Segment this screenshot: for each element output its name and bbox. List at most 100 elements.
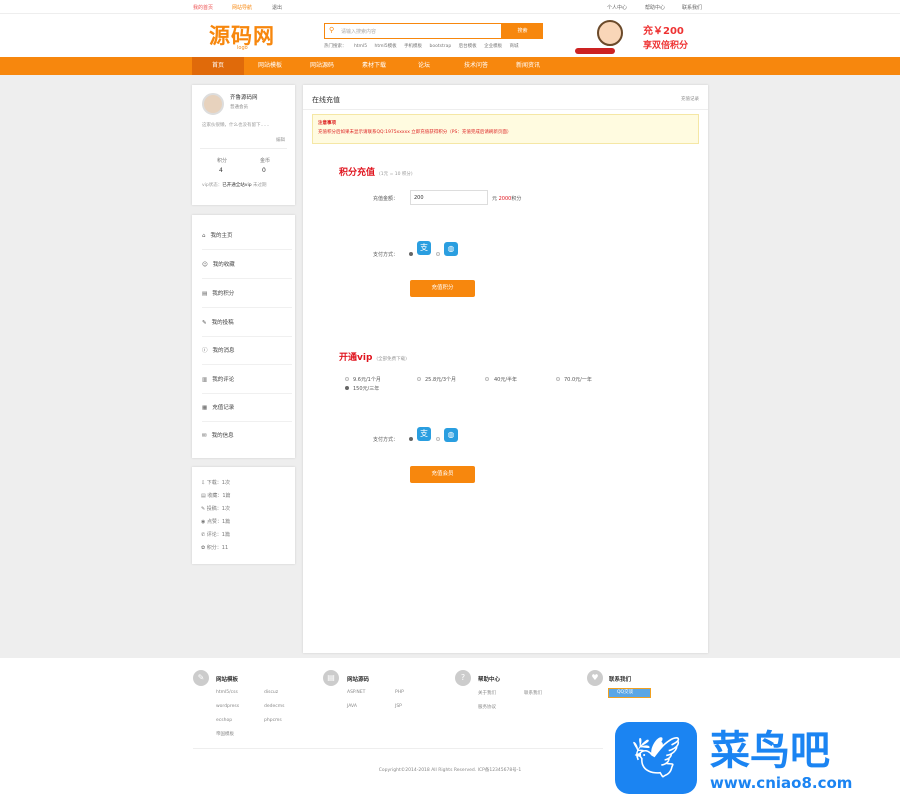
- footer-link[interactable]: 联系我们: [524, 690, 542, 696]
- nav-forum[interactable]: 论坛: [400, 57, 448, 75]
- nav-home[interactable]: 首页: [192, 57, 244, 75]
- divider: [200, 148, 287, 149]
- pencil-icon: ✎: [201, 506, 206, 512]
- footer-link[interactable]: phpcms: [264, 718, 282, 723]
- footer-link[interactable]: html5/css: [216, 690, 238, 695]
- banner-decoration: [575, 48, 615, 54]
- nav-source[interactable]: 网站源码: [296, 57, 348, 75]
- topbar-help-link[interactable]: 帮助中心: [645, 4, 665, 11]
- topbar-user-link[interactable]: 个人中心: [607, 4, 627, 11]
- menu-item-comments[interactable]: ▥ 我的评论: [202, 366, 292, 394]
- hot-link[interactable]: html5模板: [375, 44, 397, 49]
- amount-input[interactable]: 200: [410, 190, 488, 205]
- vip-option-radio[interactable]: [417, 377, 421, 381]
- topbar-nav-link[interactable]: 网站导航: [232, 4, 252, 11]
- alipay-icon[interactable]: 支: [417, 427, 431, 441]
- topbar-logout-link[interactable]: 退出: [272, 4, 282, 11]
- menu-item-info[interactable]: ✉ 我的信息: [202, 422, 292, 450]
- qq-chat-button[interactable]: QQ交谈: [608, 688, 651, 698]
- nav-qa[interactable]: 技术问答: [448, 57, 504, 75]
- nav-templates[interactable]: 网站模板: [244, 57, 296, 75]
- edit-link[interactable]: 编辑: [276, 137, 285, 143]
- alipay-radio[interactable]: [409, 252, 413, 256]
- menu-item-messages[interactable]: ⓘ 我的消息: [202, 337, 292, 365]
- hot-link[interactable]: 手机模板: [404, 44, 422, 49]
- footer-link[interactable]: ecshop: [216, 718, 232, 723]
- footer-link[interactable]: 关于我们: [478, 690, 496, 696]
- avatar[interactable]: [202, 93, 224, 115]
- vip-option-label[interactable]: 40元/半年: [494, 376, 517, 383]
- top-bar: 我的首页 网站导航 退出 个人中心 帮助中心 联系我们: [0, 0, 900, 14]
- count-likes: ◉ 点赞：1篇: [201, 518, 230, 525]
- menu-item-points[interactable]: ▤ 我的积分: [202, 280, 292, 308]
- amount-label: 充值金额：: [373, 196, 399, 202]
- recharge-panel: 在线充值 充值记录 注意事项 充值积分后如果未显示请联系QQ:1975xxxxx …: [303, 85, 708, 653]
- footer-link[interactable]: JAVA: [347, 704, 357, 709]
- menu-label: 我的主页: [210, 233, 233, 239]
- footer-col-title: 帮助中心: [478, 677, 501, 683]
- footer-link[interactable]: JSP: [395, 704, 402, 709]
- recharge-record-link[interactable]: 充值记录: [681, 96, 699, 102]
- recharge-vip-button[interactable]: 充值会员: [410, 466, 475, 483]
- vip-option-radio[interactable]: [345, 386, 349, 390]
- footer-link[interactable]: PHP: [395, 690, 404, 695]
- vip-title: 开通vip: [339, 353, 373, 363]
- user-bio: 这家伙很懒，什么也没有留下……: [202, 123, 270, 128]
- topbar-contact-link[interactable]: 联系我们: [682, 4, 702, 11]
- hot-link[interactable]: bootstrap: [430, 44, 452, 49]
- home-icon: ⌂: [202, 233, 206, 239]
- vip-option-radio[interactable]: [345, 377, 349, 381]
- banner-line2: 享双倍积分: [643, 41, 689, 51]
- footer-link[interactable]: ASP.NET: [347, 690, 365, 695]
- topbar-home-link[interactable]: 我的首页: [193, 4, 213, 11]
- footer-link[interactable]: 帝国模板: [216, 731, 234, 737]
- vip-option-radio[interactable]: [556, 377, 560, 381]
- search-button[interactable]: 搜索: [502, 23, 543, 39]
- recharge-points-button[interactable]: 充值积分: [410, 280, 475, 297]
- hot-link[interactable]: 后台模板: [459, 44, 477, 49]
- menu-item-recharge-records[interactable]: ▦ 充值记录: [202, 394, 292, 422]
- vip-option-label[interactable]: 9.6元/1个月: [353, 376, 381, 383]
- records-icon: ▦: [202, 405, 208, 411]
- footer-col-title: 网站模板: [216, 677, 239, 683]
- vip-option-label[interactable]: 150元/三年: [353, 385, 379, 392]
- points-rate: (1元 = 10 积分): [379, 172, 413, 177]
- search-input[interactable]: 请输入搜索内容: [324, 23, 502, 39]
- wechat-radio[interactable]: [436, 437, 440, 441]
- like-icon: ◉: [201, 519, 206, 525]
- count-favorites: ▤ 收藏：1篇: [201, 492, 231, 499]
- footer-link[interactable]: dedecms: [264, 704, 284, 709]
- vip-option-radio[interactable]: [485, 377, 489, 381]
- footer-link[interactable]: wordpress: [216, 704, 239, 709]
- vip-label: vip状态：: [202, 183, 223, 188]
- vip-option-label[interactable]: 70.0元/一年: [564, 376, 592, 383]
- vip-option-label[interactable]: 25.8元/3个月: [425, 376, 456, 383]
- stat-label: 积分: [217, 158, 228, 164]
- alipay-icon[interactable]: 支: [417, 241, 431, 255]
- notice-box: 注意事项 充值积分后如果未显示请联系QQ:1975xxxxx 立即充值获得积分（P…: [312, 114, 699, 144]
- footer-link[interactable]: discuz: [264, 690, 278, 695]
- menu-item-posts[interactable]: ✎ 我的投稿: [202, 309, 292, 337]
- wechat-radio[interactable]: [436, 252, 440, 256]
- logo-sub: logo: [237, 45, 248, 51]
- pay-method-label: 支付方式：: [373, 437, 399, 443]
- wechat-pay-icon[interactable]: ◍: [444, 242, 458, 256]
- activity-counts: ⇩ 下载：1次 ▤ 收藏：1篇 ✎ 投稿：1次 ◉ 点赞：1篇 ✆ 评论：1篇 …: [192, 467, 295, 564]
- username: 齐鲁源码网: [230, 95, 258, 101]
- menu-item-home[interactable]: ⌂ 我的主页: [202, 222, 292, 250]
- wechat-pay-icon[interactable]: ◍: [444, 428, 458, 442]
- count-label: 下载：1次: [206, 480, 230, 486]
- promo-banner[interactable]: 充￥200 享双倍积分: [575, 18, 705, 56]
- nav-news[interactable]: 新闻资讯: [504, 57, 552, 75]
- alipay-radio[interactable]: [409, 437, 413, 441]
- hot-link[interactable]: html5: [354, 44, 367, 49]
- hot-link[interactable]: 商城: [510, 44, 519, 49]
- menu-item-favorites[interactable]: ☺ 我的收藏: [202, 251, 292, 279]
- count-label: 收藏：1篇: [207, 493, 231, 499]
- notice-title: 注意事项: [318, 121, 336, 126]
- watermark-text: 菜鸟吧: [710, 727, 830, 774]
- hot-searches: 热门搜索： html5 html5模板 手机模板 bootstrap 后台模板 …: [324, 43, 525, 49]
- nav-assets[interactable]: 素材下载: [348, 57, 400, 75]
- footer-link[interactable]: 服务协议: [478, 704, 496, 710]
- hot-link[interactable]: 企业模板: [484, 44, 502, 49]
